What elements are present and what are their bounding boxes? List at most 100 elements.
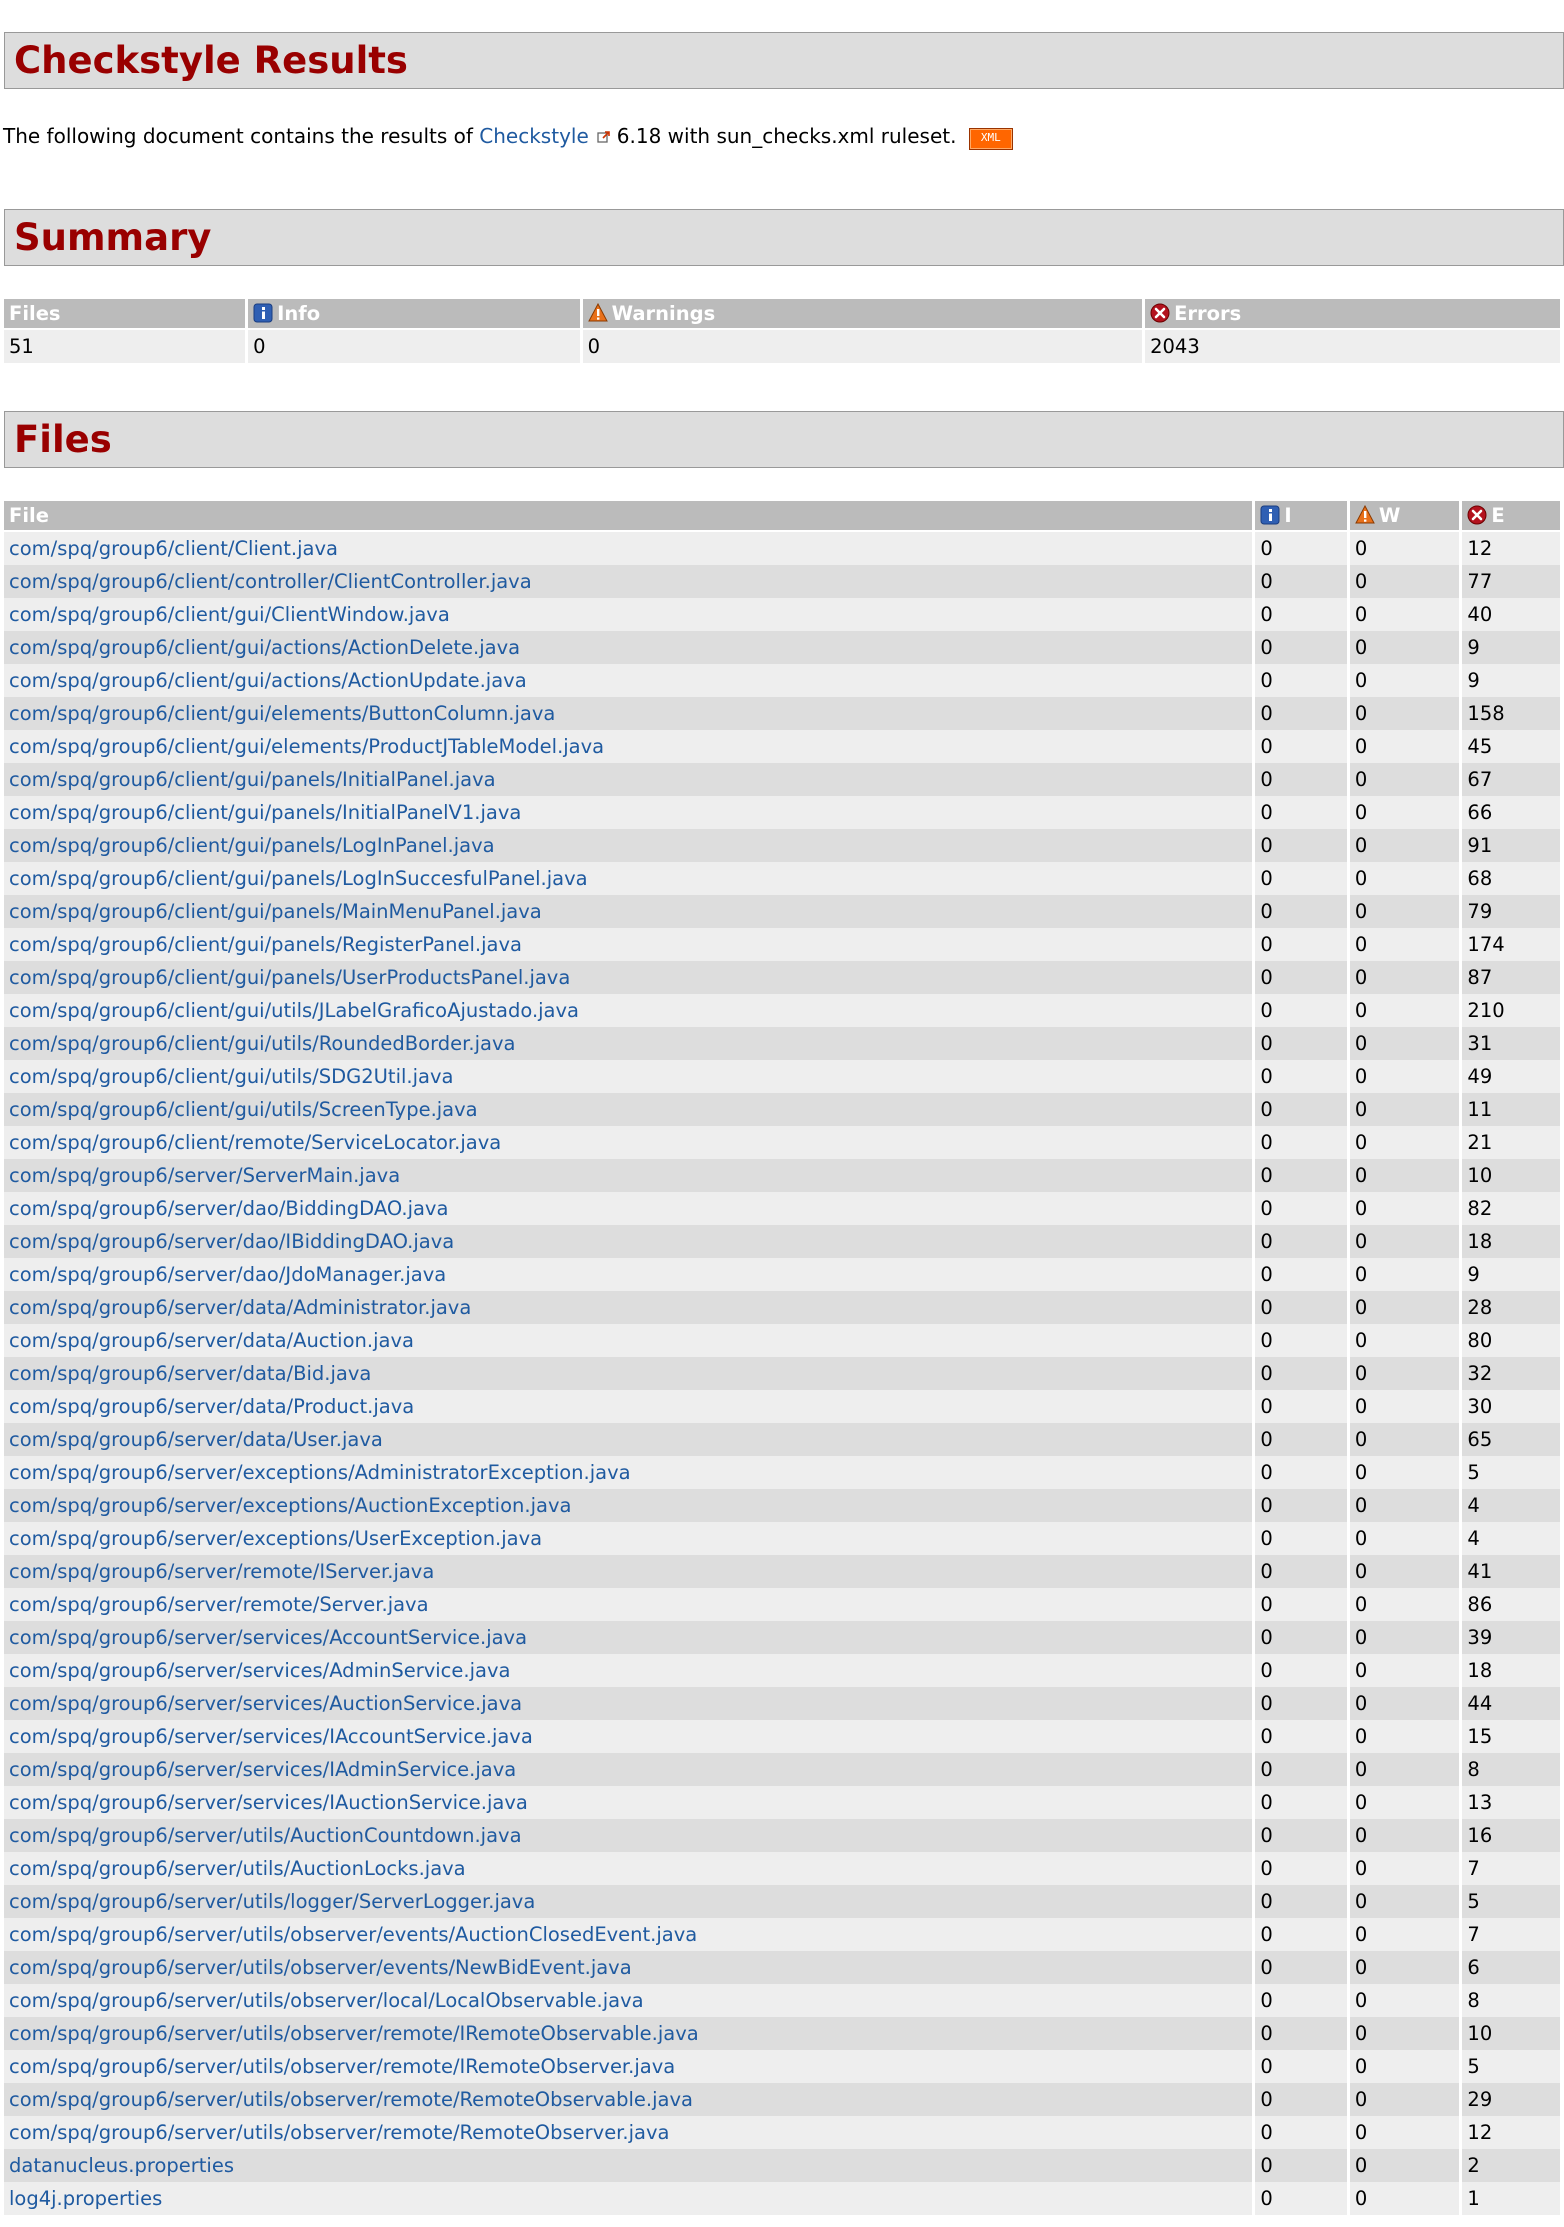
error-count: 210 bbox=[1462, 994, 1560, 1027]
info-count: 0 bbox=[1255, 796, 1347, 829]
file-link[interactable]: com/spq/group6/server/exceptions/Auction… bbox=[9, 1494, 571, 1517]
warning-count: 0 bbox=[1349, 2050, 1460, 2083]
error-count: 21 bbox=[1462, 1126, 1560, 1159]
file-link[interactable]: com/spq/group6/server/services/IAdminSer… bbox=[9, 1758, 516, 1781]
file-link[interactable]: com/spq/group6/server/dao/JdoManager.jav… bbox=[9, 1263, 446, 1286]
file-cell: com/spq/group6/server/utils/AuctionLocks… bbox=[4, 1852, 1253, 1885]
warning-count: 0 bbox=[1349, 730, 1460, 763]
file-link[interactable]: com/spq/group6/server/data/User.java bbox=[9, 1428, 383, 1451]
file-link[interactable]: com/spq/group6/server/utils/observer/rem… bbox=[9, 2088, 693, 2111]
table-row: com/spq/group6/server/remote/Server.java… bbox=[4, 1588, 1560, 1621]
file-cell: com/spq/group6/server/utils/observer/rem… bbox=[4, 2050, 1253, 2083]
file-link[interactable]: com/spq/group6/server/services/IAccountS… bbox=[9, 1725, 533, 1748]
files-table: File I W E com/spq/group6/client/Client.… bbox=[1, 501, 1563, 2215]
warning-count: 0 bbox=[1349, 1786, 1460, 1819]
error-count: 8 bbox=[1462, 1984, 1560, 2017]
file-link[interactable]: com/spq/group6/client/gui/actions/Action… bbox=[9, 636, 520, 659]
file-link[interactable]: com/spq/group6/server/utils/logger/Serve… bbox=[9, 1890, 535, 1913]
table-row: com/spq/group6/server/utils/logger/Serve… bbox=[4, 1885, 1560, 1918]
file-cell: com/spq/group6/server/services/IAccountS… bbox=[4, 1720, 1253, 1753]
error-count: 158 bbox=[1462, 697, 1560, 730]
file-link[interactable]: com/spq/group6/server/services/AuctionSe… bbox=[9, 1692, 522, 1715]
summary-col-errors: Errors bbox=[1145, 299, 1560, 330]
file-link[interactable]: com/spq/group6/client/gui/panels/MainMen… bbox=[9, 900, 542, 923]
file-link[interactable]: com/spq/group6/client/gui/panels/Initial… bbox=[9, 801, 521, 824]
summary-values-row: 51 0 0 2043 bbox=[4, 330, 1560, 363]
file-link[interactable]: com/spq/group6/server/dao/BiddingDAO.jav… bbox=[9, 1197, 448, 1220]
error-count: 15 bbox=[1462, 1720, 1560, 1753]
file-link[interactable]: com/spq/group6/server/services/IAuctionS… bbox=[9, 1791, 528, 1814]
file-link[interactable]: log4j.properties bbox=[9, 2187, 162, 2210]
file-link[interactable]: com/spq/group6/server/dao/IBiddingDAO.ja… bbox=[9, 1230, 454, 1253]
file-link[interactable]: com/spq/group6/server/utils/AuctionLocks… bbox=[9, 1857, 466, 1880]
file-link[interactable]: com/spq/group6/server/remote/IServer.jav… bbox=[9, 1560, 434, 1583]
file-link[interactable]: com/spq/group6/server/services/AccountSe… bbox=[9, 1626, 527, 1649]
file-link[interactable]: com/spq/group6/client/gui/elements/Butto… bbox=[9, 702, 555, 725]
error-count: 79 bbox=[1462, 895, 1560, 928]
file-link[interactable]: com/spq/group6/server/data/Administrator… bbox=[9, 1296, 471, 1319]
warning-count: 0 bbox=[1349, 763, 1460, 796]
xml-feed-icon[interactable]: XML bbox=[968, 128, 1013, 150]
file-link[interactable]: com/spq/group6/server/data/Auction.java bbox=[9, 1329, 414, 1352]
error-count: 30 bbox=[1462, 1390, 1560, 1423]
warning-count: 0 bbox=[1349, 2083, 1460, 2116]
file-link[interactable]: com/spq/group6/client/gui/elements/Produ… bbox=[9, 735, 604, 758]
error-count: 12 bbox=[1462, 2116, 1560, 2149]
file-link[interactable]: com/spq/group6/server/utils/observer/rem… bbox=[9, 2022, 699, 2045]
warning-count: 0 bbox=[1349, 1060, 1460, 1093]
file-link[interactable]: com/spq/group6/server/data/Bid.java bbox=[9, 1362, 371, 1385]
file-link[interactable]: com/spq/group6/server/utils/observer/rem… bbox=[9, 2055, 675, 2078]
file-link[interactable]: com/spq/group6/server/utils/AuctionCount… bbox=[9, 1824, 522, 1847]
table-row: com/spq/group6/server/ServerMain.java 0 0 1… bbox=[4, 1159, 1560, 1192]
file-cell: com/spq/group6/client/gui/panels/LogInSu… bbox=[4, 862, 1253, 895]
summary-files-count: 51 bbox=[4, 330, 246, 363]
file-link[interactable]: com/spq/group6/server/exceptions/Adminis… bbox=[9, 1461, 631, 1484]
file-link[interactable]: com/spq/group6/client/gui/utils/ScreenTy… bbox=[9, 1098, 478, 1121]
file-link[interactable]: datanucleus.properties bbox=[9, 2154, 234, 2177]
file-link[interactable]: com/spq/group6/client/Client.java bbox=[9, 537, 338, 560]
file-link[interactable]: com/spq/group6/server/exceptions/UserExc… bbox=[9, 1527, 542, 1550]
info-count: 0 bbox=[1255, 1555, 1347, 1588]
table-row: com/spq/group6/client/gui/utils/SDG2Util… bbox=[4, 1060, 1560, 1093]
file-link[interactable]: com/spq/group6/client/gui/panels/UserPro… bbox=[9, 966, 570, 989]
error-count: 12 bbox=[1462, 532, 1560, 565]
file-cell: com/spq/group6/server/dao/IBiddingDAO.ja… bbox=[4, 1225, 1253, 1258]
file-link[interactable]: com/spq/group6/client/gui/utils/SDG2Util… bbox=[9, 1065, 453, 1088]
file-cell: com/spq/group6/server/utils/observer/rem… bbox=[4, 2083, 1253, 2116]
file-cell: com/spq/group6/client/gui/panels/Initial… bbox=[4, 796, 1253, 829]
table-row: com/spq/group6/server/utils/AuctionLocks… bbox=[4, 1852, 1560, 1885]
file-link[interactable]: com/spq/group6/client/gui/actions/Action… bbox=[9, 669, 527, 692]
error-count: 40 bbox=[1462, 598, 1560, 631]
info-count: 0 bbox=[1255, 895, 1347, 928]
file-link[interactable]: com/spq/group6/client/remote/ServiceLoca… bbox=[9, 1131, 501, 1154]
checkstyle-link[interactable]: Checkstyle bbox=[479, 124, 588, 148]
file-link[interactable]: com/spq/group6/server/ServerMain.java bbox=[9, 1164, 400, 1187]
info-count: 0 bbox=[1255, 1390, 1347, 1423]
file-link[interactable]: com/spq/group6/server/utils/observer/loc… bbox=[9, 1989, 644, 2012]
files-col-warnings: W bbox=[1349, 501, 1460, 532]
file-link[interactable]: com/spq/group6/client/gui/panels/Registe… bbox=[9, 933, 522, 956]
error-count: 65 bbox=[1462, 1423, 1560, 1456]
file-link[interactable]: com/spq/group6/server/services/AdminServ… bbox=[9, 1659, 510, 1682]
summary-info-count: 0 bbox=[248, 330, 580, 363]
info-count: 0 bbox=[1255, 1885, 1347, 1918]
file-link[interactable]: com/spq/group6/server/utils/observer/rem… bbox=[9, 2121, 669, 2144]
file-link[interactable]: com/spq/group6/client/gui/panels/LogInSu… bbox=[9, 867, 588, 890]
warning-count: 0 bbox=[1349, 1225, 1460, 1258]
file-link[interactable]: com/spq/group6/client/gui/ClientWindow.j… bbox=[9, 603, 450, 626]
file-link[interactable]: com/spq/group6/client/gui/panels/LogInPa… bbox=[9, 834, 495, 857]
file-cell: com/spq/group6/client/gui/panels/Initial… bbox=[4, 763, 1253, 796]
table-row: com/spq/group6/client/remote/ServiceLoca… bbox=[4, 1126, 1560, 1159]
file-link[interactable]: com/spq/group6/client/gui/panels/Initial… bbox=[9, 768, 496, 791]
warning-count: 0 bbox=[1349, 2149, 1460, 2182]
file-link[interactable]: com/spq/group6/client/gui/utils/RoundedB… bbox=[9, 1032, 515, 1055]
file-cell: com/spq/group6/client/gui/panels/LogInPa… bbox=[4, 829, 1253, 862]
file-link[interactable]: com/spq/group6/client/gui/utils/JLabelGr… bbox=[9, 999, 579, 1022]
info-count: 0 bbox=[1255, 532, 1347, 565]
table-row: com/spq/group6/client/gui/panels/Registe… bbox=[4, 928, 1560, 961]
file-link[interactable]: com/spq/group6/server/remote/Server.java bbox=[9, 1593, 429, 1616]
file-link[interactable]: com/spq/group6/client/controller/ClientC… bbox=[9, 570, 532, 593]
file-link[interactable]: com/spq/group6/server/utils/observer/eve… bbox=[9, 1956, 632, 1979]
file-link[interactable]: com/spq/group6/server/utils/observer/eve… bbox=[9, 1923, 697, 1946]
file-link[interactable]: com/spq/group6/server/data/Product.java bbox=[9, 1395, 414, 1418]
